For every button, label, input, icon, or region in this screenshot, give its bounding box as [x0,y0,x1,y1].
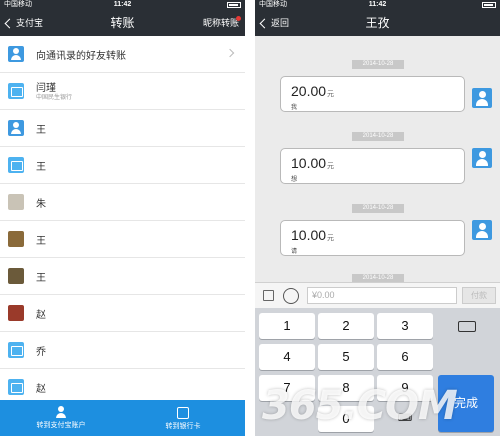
memo: 请 [291,249,298,255]
transfer-bubble[interactable]: 10.00元 想 [280,148,465,184]
contact-name: 赵 [36,384,46,395]
list-item[interactable]: 乔 [0,332,245,369]
message-list: 2014-10-28 20.00元 我 2014-10-28 10.00元 想 … [255,36,500,283]
bank-card-icon [8,342,24,358]
nav-bar: 返回 王孜 [255,10,500,36]
date-label: 2014-10-28 [352,132,404,141]
watermark: 365.COM [262,383,458,429]
contact-name: 赵 [36,310,46,321]
contact-list: 向通讯录的好友转账 闫瑾 中国民生银行 王 王 朱 王 王 赵 乔 赵 [0,36,245,406]
key-1[interactable]: 1 [259,313,315,339]
amount-input[interactable]: ¥0.00 [307,287,457,304]
status-bar: 中国移动 11:42 [0,0,245,10]
bottom-bar: 转到支付宝账户 转到银行卡 [0,400,245,436]
chevron-right-icon [225,48,235,58]
key-4[interactable]: 4 [259,344,315,370]
avatar [8,194,24,210]
bank-card-icon [8,379,24,395]
tab-to-alipay-account[interactable]: 转到支付宝账户 [0,400,122,436]
date-label: 2014-10-28 [352,204,404,213]
contact-name: 乔 [36,347,46,358]
list-item[interactable]: 王 [0,147,245,184]
key-5[interactable]: 5 [318,344,374,370]
amount: 20.00元 [291,83,335,99]
bank-name: 中国民生银行 [36,95,73,101]
battery-icon [227,2,241,8]
transfer-bubble[interactable]: 10.00元 请 [280,220,465,256]
list-item[interactable]: 王 [0,110,245,147]
edit-icon[interactable] [263,290,274,301]
avatar [8,231,24,247]
entry-label: 向通讯录的好友转账 [36,51,126,62]
status-bar: 中国移动 11:42 [255,0,500,10]
avatar [8,305,24,321]
avatar[interactable] [472,88,492,108]
list-item[interactable]: 赵 [0,295,245,332]
amount: 10.00元 [291,155,335,171]
page-title: 王孜 [365,16,390,30]
delete-key[interactable] [438,313,494,339]
contact-name: 王 [36,236,46,247]
contact-name: 朱 [36,199,46,210]
nav-bar: 支付宝 转账 昵称转账 [0,10,245,36]
clock: 11:42 [368,1,387,8]
backspace-icon [458,321,476,332]
date-label: 2014-10-28 [352,60,404,69]
contact-name: 王 [36,162,46,173]
memo: 想 [291,177,298,183]
contacts-transfer-entry[interactable]: 向通讯录的好友转账 [0,36,245,73]
list-item[interactable]: 王 [0,221,245,258]
user-icon [8,120,24,136]
notification-dot [236,16,241,21]
key-6[interactable]: 6 [377,344,433,370]
chat-transfer-screen: 中国移动 11:42 返回 王孜 2014-10-28 20.00元 我 201… [255,0,500,436]
key-2[interactable]: 2 [318,313,374,339]
input-bar: ¥0.00 付款 [255,282,500,308]
key-3[interactable]: 3 [377,313,433,339]
amount: 10.00元 [291,227,335,243]
list-item[interactable]: 王 [0,258,245,295]
bank-card-icon [8,157,24,173]
clock: 11:42 [113,1,132,8]
battery-icon [482,2,496,8]
bank-card-icon [8,83,24,99]
person-icon [55,406,67,418]
avatar[interactable] [472,148,492,168]
emoji-icon[interactable] [283,288,299,304]
list-item[interactable]: 朱 [0,184,245,221]
transfer-screen: 中国移动 11:42 支付宝 转账 昵称转账 向通讯录的好友转账 闫瑾 中国民生… [0,0,245,436]
memo: 我 [291,105,298,111]
contact-name: 王 [36,125,46,136]
pay-button[interactable]: 付款 [462,287,496,304]
contact-name: 王 [36,273,46,284]
list-item[interactable]: 闫瑾 中国民生银行 [0,73,245,110]
transfer-bubble[interactable]: 20.00元 我 [280,76,465,112]
nickname-transfer-button[interactable]: 昵称转账 [203,10,239,36]
bank-card-icon [177,407,189,419]
tab-to-bank-card[interactable]: 转到银行卡 [122,400,244,436]
contacts-icon [8,46,24,62]
avatar[interactable] [472,220,492,240]
avatar [8,268,24,284]
